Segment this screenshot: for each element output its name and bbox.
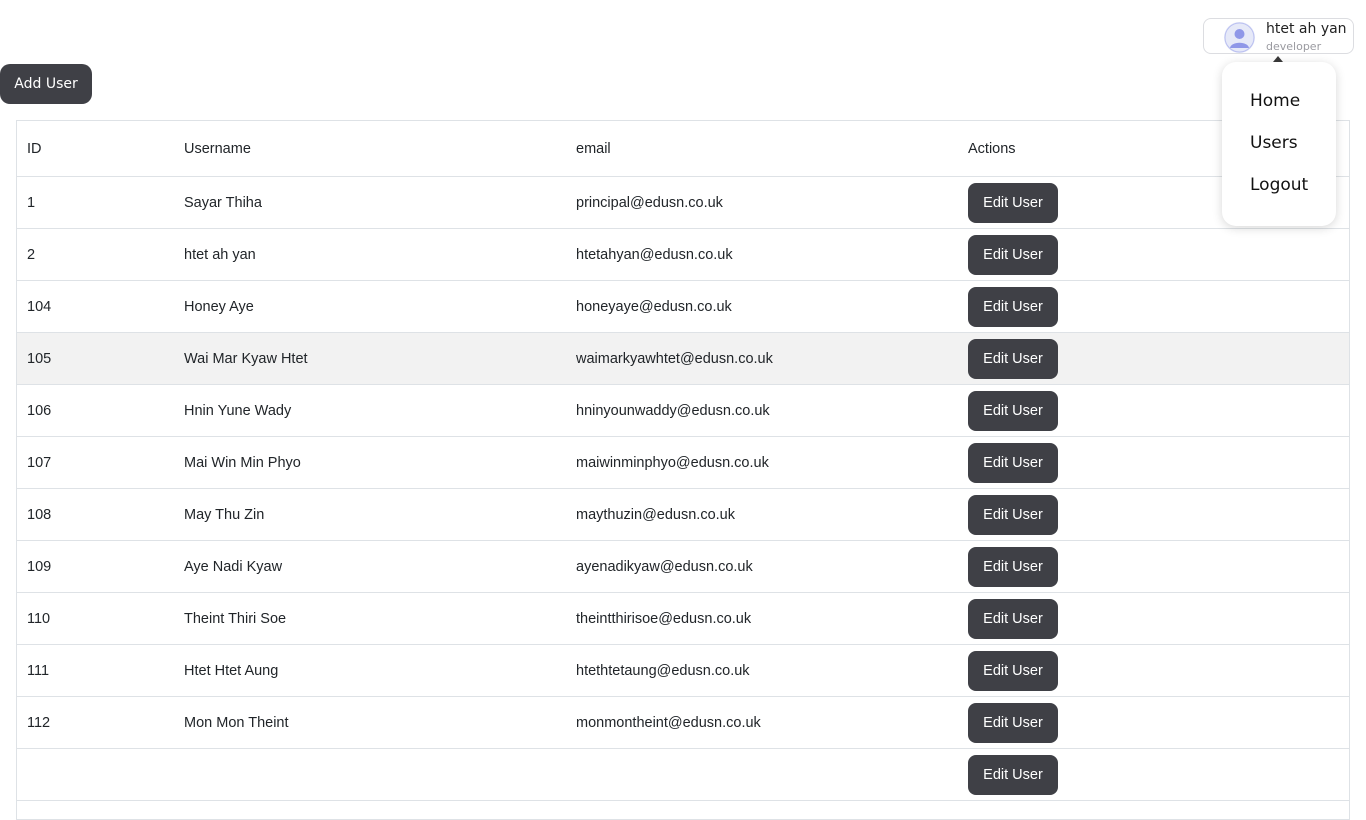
user-id-cell: 1 bbox=[17, 176, 174, 229]
username-cell: Wai Mar Kyaw Htet bbox=[174, 332, 566, 385]
actions-cell: Edit User bbox=[958, 280, 1349, 333]
edit-user-button[interactable]: Edit User bbox=[968, 182, 1058, 223]
email-cell: principal@edusn.co.uk bbox=[566, 176, 958, 229]
edit-user-button[interactable]: Edit User bbox=[968, 754, 1058, 795]
table-row: 105 Wai Mar Kyaw Htet waimarkyawhtet@edusn… bbox=[17, 332, 1349, 385]
actions-cell: Edit User bbox=[958, 332, 1349, 385]
user-id-cell bbox=[17, 748, 174, 801]
menu-item-users[interactable]: Users bbox=[1250, 133, 1298, 153]
user-id-cell: 108 bbox=[17, 488, 174, 541]
username-cell: Mon Mon Theint bbox=[174, 696, 566, 749]
menu-item-logout[interactable]: Logout bbox=[1250, 175, 1308, 195]
table-header-row: ID Username email Actions bbox=[17, 121, 1349, 177]
username-cell: htet ah yan bbox=[174, 228, 566, 281]
add-user-button[interactable]: Add User bbox=[0, 64, 92, 104]
email-cell: maiwinminphyo@edusn.co.uk bbox=[566, 436, 958, 489]
user-id-cell: 105 bbox=[17, 332, 174, 385]
username-cell bbox=[174, 748, 566, 801]
table-row: 104 Honey Aye honeyaye@edusn.co.uk Edit Use… bbox=[17, 280, 1349, 333]
user-id-cell: 112 bbox=[17, 696, 174, 749]
username-cell: Aye Nadi Kyaw bbox=[174, 540, 566, 593]
table-row: 108 May Thu Zin maythuzin@edusn.co.uk Edit … bbox=[17, 488, 1349, 541]
actions-cell: Edit User bbox=[958, 228, 1349, 281]
actions-cell: Edit User bbox=[958, 592, 1349, 645]
column-header-email: email bbox=[566, 121, 958, 177]
users-table-container: ID Username email Actions 1 Sayar Thiha pr… bbox=[16, 120, 1350, 820]
edit-user-button[interactable]: Edit User bbox=[968, 390, 1058, 431]
edit-user-button[interactable]: Edit User bbox=[968, 442, 1058, 483]
users-table: ID Username email Actions 1 Sayar Thiha pr… bbox=[17, 121, 1349, 801]
actions-cell: Edit User bbox=[958, 436, 1349, 489]
table-row: 106 Hnin Yune Wady hninyounwaddy@edusn.co.… bbox=[17, 384, 1349, 437]
user-id-cell: 104 bbox=[17, 280, 174, 333]
username-cell: Theint Thiri Soe bbox=[174, 592, 566, 645]
menu-item-home[interactable]: Home bbox=[1250, 91, 1300, 111]
edit-user-button[interactable]: Edit User bbox=[968, 494, 1058, 535]
username-cell: Honey Aye bbox=[174, 280, 566, 333]
email-cell: waimarkyawhtet@edusn.co.uk bbox=[566, 332, 958, 385]
user-dropdown-menu: Home Users Logout bbox=[1222, 62, 1336, 226]
user-menu-toggle[interactable]: htet ah yan developer bbox=[1203, 18, 1354, 54]
actions-cell: Edit User bbox=[958, 540, 1349, 593]
table-row: 1 Sayar Thiha principal@edusn.co.uk Edit Us… bbox=[17, 176, 1349, 229]
column-header-id: ID bbox=[17, 121, 174, 177]
edit-user-button[interactable]: Edit User bbox=[968, 598, 1058, 639]
user-avatar-icon bbox=[1224, 22, 1255, 53]
user-id-cell: 106 bbox=[17, 384, 174, 437]
table-row: 2 htet ah yan htetahyan@edusn.co.uk Edit Us… bbox=[17, 228, 1349, 281]
username-cell: Sayar Thiha bbox=[174, 176, 566, 229]
user-id-cell: 111 bbox=[17, 644, 174, 697]
actions-cell: Edit User bbox=[958, 748, 1349, 801]
table-row: 107 Mai Win Min Phyo maiwinminphyo@edusn.c… bbox=[17, 436, 1349, 489]
table-row: 111 Htet Htet Aung htethtetaung@edusn.co.u… bbox=[17, 644, 1349, 697]
username-cell: Mai Win Min Phyo bbox=[174, 436, 566, 489]
email-cell: maythuzin@edusn.co.uk bbox=[566, 488, 958, 541]
username-cell: Hnin Yune Wady bbox=[174, 384, 566, 437]
actions-cell: Edit User bbox=[958, 696, 1349, 749]
table-row: 110 Theint Thiri Soe theintthirisoe@edusn.… bbox=[17, 592, 1349, 645]
email-cell: honeyaye@edusn.co.uk bbox=[566, 280, 958, 333]
edit-user-button[interactable]: Edit User bbox=[968, 650, 1058, 691]
email-cell: ayenadikyaw@edusn.co.uk bbox=[566, 540, 958, 593]
actions-cell: Edit User bbox=[958, 488, 1349, 541]
user-id-cell: 110 bbox=[17, 592, 174, 645]
edit-user-button[interactable]: Edit User bbox=[968, 702, 1058, 743]
table-row: Edit User bbox=[17, 748, 1349, 801]
email-cell: monmontheint@edusn.co.uk bbox=[566, 696, 958, 749]
email-cell bbox=[566, 748, 958, 801]
user-role: developer bbox=[1266, 40, 1322, 53]
email-cell: htetahyan@edusn.co.uk bbox=[566, 228, 958, 281]
actions-cell: Edit User bbox=[958, 384, 1349, 437]
username-cell: May Thu Zin bbox=[174, 488, 566, 541]
user-id-cell: 109 bbox=[17, 540, 174, 593]
edit-user-button[interactable]: Edit User bbox=[968, 546, 1058, 587]
user-name: htet ah yan bbox=[1266, 21, 1347, 37]
username-cell: Htet Htet Aung bbox=[174, 644, 566, 697]
email-cell: htethtetaung@edusn.co.uk bbox=[566, 644, 958, 697]
actions-cell: Edit User bbox=[958, 644, 1349, 697]
column-header-username: Username bbox=[174, 121, 566, 177]
edit-user-button[interactable]: Edit User bbox=[968, 286, 1058, 327]
email-cell: hninyounwaddy@edusn.co.uk bbox=[566, 384, 958, 437]
table-row: 109 Aye Nadi Kyaw ayenadikyaw@edusn.co.uk E… bbox=[17, 540, 1349, 593]
email-cell: theintthirisoe@edusn.co.uk bbox=[566, 592, 958, 645]
user-id-cell: 2 bbox=[17, 228, 174, 281]
table-row: 112 Mon Mon Theint monmontheint@edusn.co.u… bbox=[17, 696, 1349, 749]
edit-user-button[interactable]: Edit User bbox=[968, 338, 1058, 379]
user-id-cell: 107 bbox=[17, 436, 174, 489]
edit-user-button[interactable]: Edit User bbox=[968, 234, 1058, 275]
